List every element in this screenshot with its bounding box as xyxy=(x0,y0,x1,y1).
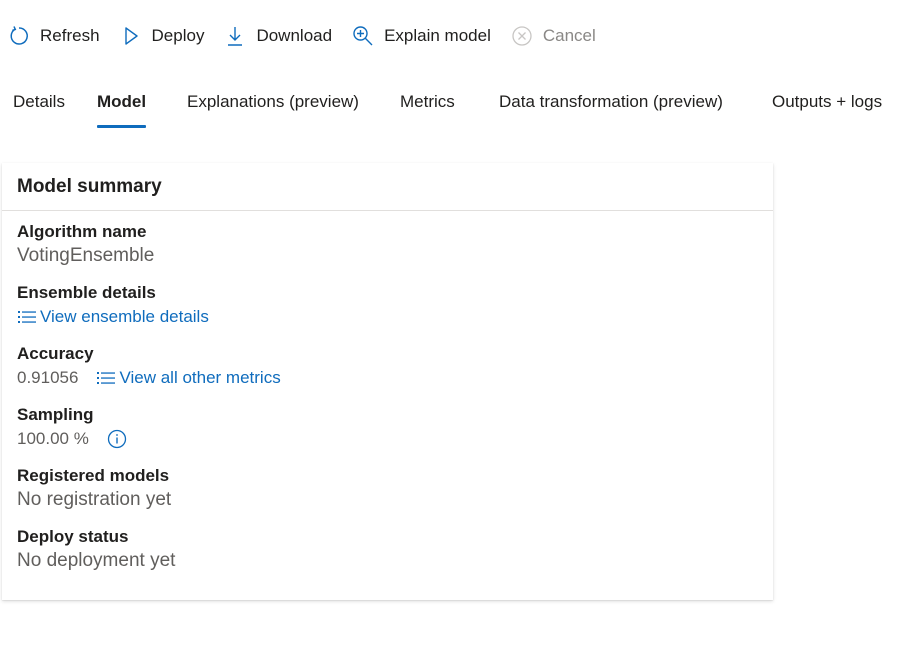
tab-metrics[interactable]: Metrics xyxy=(400,84,455,128)
algorithm-value: VotingEnsemble xyxy=(17,245,155,266)
tab-explanations[interactable]: Explanations (preview) xyxy=(187,84,359,128)
explain-model-label: Explain model xyxy=(384,26,491,45)
model-summary-card: Model summary Algorithm name VotingEnsem… xyxy=(2,163,773,600)
tab-data-transformation[interactable]: Data transformation (preview) xyxy=(499,84,723,128)
sampling-label: Sampling xyxy=(17,405,94,424)
card-body: Algorithm name VotingEnsemble Ensemble d… xyxy=(2,211,773,574)
accuracy-label: Accuracy xyxy=(17,344,94,363)
play-icon xyxy=(120,25,142,47)
tab-details[interactable]: Details xyxy=(13,84,65,128)
card-title: Model summary xyxy=(17,176,162,197)
info-icon[interactable] xyxy=(107,429,127,449)
registered-models-label: Registered models xyxy=(17,466,170,485)
accuracy-value: 0.91056 xyxy=(17,368,79,387)
cancel-button[interactable]: Cancel xyxy=(511,20,596,52)
deploy-button[interactable]: Deploy xyxy=(120,20,205,52)
sampling-row: 100.00 % xyxy=(17,426,758,452)
deploy-status-field: Deploy status No deployment yet xyxy=(17,526,758,574)
registered-models-field: Registered models No registration yet xyxy=(17,465,758,513)
card-header: Model summary xyxy=(2,163,773,211)
ensemble-label: Ensemble details xyxy=(17,283,156,302)
explain-model-button[interactable]: Explain model xyxy=(352,20,491,52)
deploy-status-label: Deploy status xyxy=(17,527,129,546)
tab-model[interactable]: Model xyxy=(97,84,147,128)
ensemble-field: Ensemble details View ensemble details xyxy=(17,282,758,330)
refresh-button[interactable]: Refresh xyxy=(8,20,100,52)
deploy-label: Deploy xyxy=(151,26,205,45)
view-ensemble-details-label: View ensemble details xyxy=(40,307,209,326)
cancel-label: Cancel xyxy=(542,26,596,45)
algorithm-label: Algorithm name xyxy=(17,222,147,241)
sampling-field: Sampling 100.00 % xyxy=(17,404,758,452)
list-icon xyxy=(96,369,116,387)
deploy-status-value: No deployment yet xyxy=(17,550,176,571)
sampling-value: 100.00 % xyxy=(17,429,89,448)
refresh-icon xyxy=(8,25,30,47)
algorithm-field: Algorithm name VotingEnsemble xyxy=(17,221,758,269)
refresh-label: Refresh xyxy=(40,26,100,45)
view-all-metrics-link[interactable]: View all other metrics xyxy=(96,365,281,391)
accuracy-row: 0.91056 View all other metrics xyxy=(17,365,758,391)
accuracy-field: Accuracy 0.91056 View all other metrics xyxy=(17,343,758,391)
command-bar: Refresh Deploy Download Explain model Ca… xyxy=(8,20,616,52)
list-icon xyxy=(17,308,37,326)
tab-outputs-logs[interactable]: Outputs + logs xyxy=(772,84,882,128)
view-ensemble-details-link[interactable]: View ensemble details xyxy=(17,304,209,330)
cancel-circle-icon xyxy=(511,25,533,47)
view-all-metrics-label: View all other metrics xyxy=(119,368,281,387)
download-button[interactable]: Download xyxy=(224,20,332,52)
download-icon xyxy=(224,25,246,47)
registered-models-value: No registration yet xyxy=(17,489,172,510)
zoom-in-icon xyxy=(352,25,374,47)
download-label: Download xyxy=(256,26,333,45)
